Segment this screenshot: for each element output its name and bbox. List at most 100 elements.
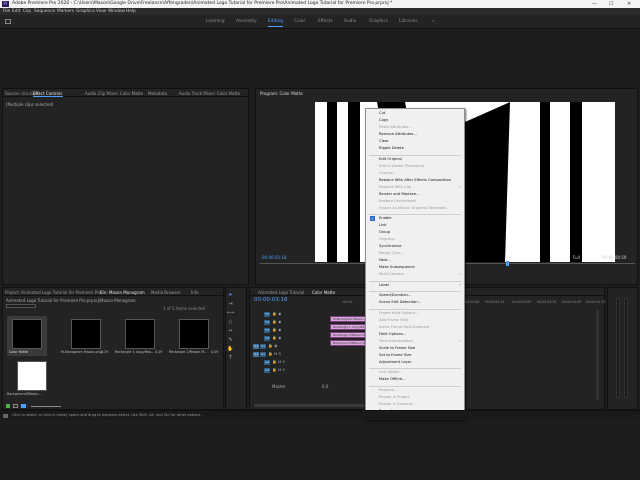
minimize-button[interactable]: — bbox=[592, 1, 597, 7]
menu-edit[interactable]: Edit bbox=[12, 9, 20, 14]
workspace-assembly[interactable]: Assembly bbox=[236, 19, 257, 24]
track-a2[interactable]: A2 🔒 M S bbox=[264, 358, 285, 365]
pen-tool-icon[interactable]: ✎ bbox=[227, 337, 234, 344]
effect-controls-panel: Source: (no clips) Effect Controls Audio… bbox=[2, 88, 249, 285]
track-a3[interactable]: A3 🔒 M S bbox=[264, 366, 285, 373]
context-menu-item[interactable]: Synchronize bbox=[379, 244, 401, 248]
tab-bin-mason-monogram[interactable]: Bin: Mason Monogram bbox=[100, 290, 145, 295]
context-menu-item[interactable]: Set to Frame Size bbox=[379, 353, 411, 357]
track-select-tool-icon[interactable]: ⇥ bbox=[227, 301, 234, 308]
track-v3[interactable]: V3 🔒 ◉ bbox=[264, 326, 281, 333]
context-menu-item[interactable]: Speed/Duration... bbox=[379, 293, 411, 297]
close-button[interactable]: ✕ bbox=[627, 1, 631, 7]
menu-sequence[interactable]: Sequence bbox=[34, 9, 55, 14]
menu-graphics[interactable]: Graphics bbox=[76, 9, 95, 14]
track-v5[interactable]: V5 🔒 ◉ bbox=[264, 310, 281, 317]
clip-context-menu: Cut Copy Paste Attributes... Remove Attribu… bbox=[365, 108, 465, 420]
timeline-clip[interactable]: Rectangle 1 copy/Mas bbox=[330, 324, 366, 330]
context-menu-item[interactable]: Ripple Delete bbox=[379, 146, 404, 150]
context-menu-item[interactable]: Field Options... bbox=[379, 332, 406, 336]
tab-effect-controls[interactable]: Effect Controls bbox=[33, 91, 62, 96]
pencil-icon[interactable] bbox=[6, 404, 10, 408]
context-menu-item: Replace With Clip bbox=[379, 184, 412, 189]
context-menu-item[interactable]: Remove Attributes... bbox=[379, 132, 417, 136]
type-tool-icon[interactable]: T bbox=[227, 355, 234, 362]
track-a1[interactable]: A1 A1 🔒 M S bbox=[253, 350, 281, 357]
tab-media-browser[interactable]: Media Browser bbox=[151, 290, 181, 295]
timeline-vertical-scrollbar[interactable] bbox=[596, 310, 599, 400]
maximize-button[interactable]: ☐ bbox=[609, 1, 613, 7]
context-menu-item[interactable]: Make Offline... bbox=[379, 377, 406, 381]
context-menu-item[interactable]: Cut bbox=[379, 111, 385, 115]
menu-view[interactable]: View bbox=[96, 9, 106, 14]
project-item[interactable]: Rectangle 1 copy/Mas... 0;29 bbox=[115, 316, 163, 356]
home-icon[interactable] bbox=[5, 19, 11, 24]
track-v4[interactable]: V4 🔒 ◉ bbox=[264, 318, 281, 325]
master-volume[interactable]: 0.0 bbox=[322, 384, 328, 389]
tab-project[interactable]: Project: Animated Logo Tutorial for Prem… bbox=[5, 290, 101, 295]
project-item[interactable]: M-Monogram Mason.png 0;29 bbox=[61, 316, 109, 356]
ripple-edit-tool-icon[interactable]: ⟷ bbox=[227, 310, 234, 317]
track-v1[interactable]: V1 V1 🔒 ◉ bbox=[253, 342, 277, 349]
track-v2[interactable]: V2 🔒 ◉ bbox=[264, 334, 281, 341]
fit-dropdown[interactable]: Full bbox=[573, 255, 580, 260]
context-menu-item[interactable]: Scale to Frame Size bbox=[379, 346, 415, 350]
context-menu-item[interactable]: Adjustment Layer bbox=[379, 360, 412, 364]
timeline-timecode[interactable]: 00:00:03:18 bbox=[254, 297, 288, 303]
workspace-more[interactable]: » bbox=[432, 19, 435, 24]
icon-view-icon[interactable] bbox=[21, 404, 26, 408]
menu-window[interactable]: Window bbox=[108, 9, 125, 14]
slip-tool-icon[interactable]: ↔ bbox=[227, 328, 234, 335]
track-label: V1 bbox=[260, 344, 266, 349]
menu-file[interactable]: File bbox=[3, 9, 10, 14]
context-menu-item[interactable]: Scene Edit Detection... bbox=[379, 300, 421, 304]
project-item[interactable]: Rectangle 2/Mason M... 0;29 bbox=[169, 316, 219, 356]
menu-clip[interactable]: Clip bbox=[23, 9, 31, 14]
zoom-slider[interactable] bbox=[31, 406, 61, 407]
ruler-label: 00:00:03:00 bbox=[512, 300, 532, 304]
selection-tool-icon[interactable]: ➤ bbox=[227, 292, 234, 299]
context-menu-item[interactable]: Make Subsequence bbox=[379, 265, 415, 269]
workspace-learning[interactable]: Learning bbox=[206, 19, 225, 24]
tab-sequence-color-matte[interactable]: Color Matte bbox=[312, 290, 335, 295]
tab-audio-track-mixer[interactable]: Audio Track Mixer: Color Matte bbox=[179, 91, 240, 96]
context-menu-item[interactable]: Label bbox=[379, 283, 389, 287]
workspace-color[interactable]: Color bbox=[294, 19, 305, 24]
tab-sequence-animated-logo[interactable]: Animated Logo Tutorial bbox=[258, 290, 304, 295]
search-input[interactable] bbox=[6, 304, 36, 308]
monogram-preview bbox=[327, 102, 582, 262]
context-menu-item[interactable]: Edit Original bbox=[379, 157, 402, 161]
razor-tool-icon[interactable]: ◇ bbox=[227, 319, 234, 326]
context-menu-item: Restore Unrendered bbox=[379, 198, 416, 203]
context-menu-item[interactable]: Clear bbox=[379, 139, 389, 143]
tab-metadata[interactable]: Metadata bbox=[148, 91, 167, 96]
menu-markers[interactable]: Markers bbox=[57, 9, 74, 14]
tab-audio-clip-mixer[interactable]: Audio Clip Mixer: Color Matte bbox=[85, 91, 143, 96]
workspace-editing[interactable]: Editing bbox=[268, 19, 283, 27]
timeline-clip[interactable]: Rectangle 2/Mason M bbox=[330, 332, 366, 338]
context-menu-item[interactable]: Link bbox=[379, 223, 387, 227]
project-item-selected[interactable]: Color Matte bbox=[7, 316, 47, 356]
context-menu-item[interactable]: Enable bbox=[379, 216, 392, 220]
playhead-icon[interactable] bbox=[506, 261, 509, 266]
workspace-audio[interactable]: Audio bbox=[344, 19, 356, 24]
hand-tool-icon[interactable]: ✋ bbox=[227, 346, 234, 353]
menu-help[interactable]: Help bbox=[126, 9, 136, 14]
tab-info[interactable]: Info bbox=[191, 290, 199, 295]
timeline-clip[interactable]: Background/Mason M bbox=[330, 340, 366, 346]
list-view-icon[interactable] bbox=[13, 404, 18, 408]
master-track-label: Master bbox=[272, 384, 286, 389]
timeline-clip[interactable]: M-Monogram Mason.png bbox=[330, 316, 366, 322]
workspace-libraries[interactable]: Libraries bbox=[399, 19, 418, 24]
program-timecode[interactable]: 00:00:03:18 bbox=[262, 255, 286, 260]
context-menu-item[interactable]: Group bbox=[379, 230, 390, 234]
context-menu-item[interactable]: Nest... bbox=[379, 258, 391, 262]
context-menu-item[interactable]: Copy bbox=[379, 118, 388, 122]
timeline-scrollbar[interactable] bbox=[254, 404, 364, 407]
context-menu-item[interactable]: Replace With After Effects Composition bbox=[379, 178, 451, 182]
workspace-graphics[interactable]: Graphics bbox=[369, 19, 388, 24]
workspace-effects[interactable]: Effects bbox=[318, 19, 333, 24]
context-menu-item[interactable]: Render and Replace... bbox=[379, 192, 420, 196]
project-item[interactable]: Background/Mason... bbox=[7, 358, 55, 398]
menu-separator bbox=[369, 214, 461, 215]
